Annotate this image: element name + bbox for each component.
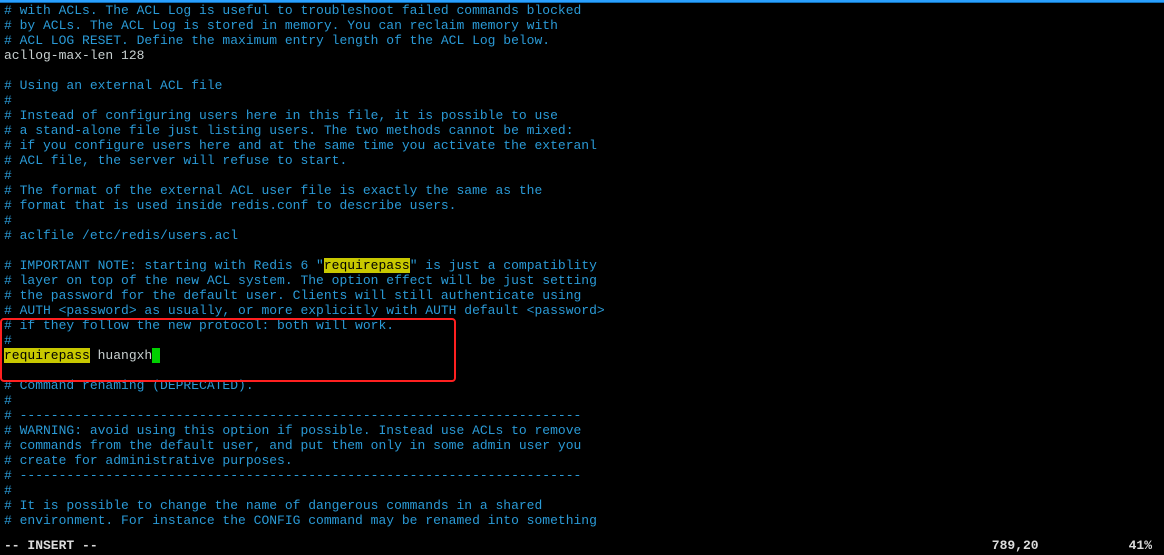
config-comment-line: # environment. For instance the CONFIG c… [4,513,1164,528]
config-directive-line: acllog-max-len 128 [4,48,1164,63]
terminal-editor-viewport[interactable]: # with ACLs. The ACL Log is useful to tr… [0,3,1164,528]
config-comment-line: # with ACLs. The ACL Log is useful to tr… [4,3,1164,18]
config-comment-line: # aclfile /etc/redis/users.acl [4,228,1164,243]
config-comment-line: # create for administrative purposes. [4,453,1164,468]
config-comment-line: # [4,393,1164,408]
config-comment-line: # format that is used inside redis.conf … [4,198,1164,213]
config-comment-line: # IMPORTANT NOTE: starting with Redis 6 … [4,258,1164,273]
config-comment-line: # [4,93,1164,108]
blank-line [4,63,1164,78]
vim-cursor-position: 789,20 [992,538,1129,553]
config-comment-line: # commands from the default user, and pu… [4,438,1164,453]
config-comment-line: # [4,213,1164,228]
search-highlight: requirepass [324,258,410,273]
config-comment-line: # Instead of configuring users here in t… [4,108,1164,123]
config-comment-line: # [4,168,1164,183]
vim-status-bar: -- INSERT -- 789,20 41% [4,538,1160,553]
config-comment-line: # by ACLs. The ACL Log is stored in memo… [4,18,1164,33]
blank-line [4,243,1164,258]
annotation-highlight-box [0,318,456,382]
config-comment-line: # --------------------------------------… [4,408,1164,423]
config-comment-line: # the password for the default user. Cli… [4,288,1164,303]
config-comment-line: # layer on top of the new ACL system. Th… [4,273,1164,288]
config-comment-line: # --------------------------------------… [4,468,1164,483]
config-comment-line: # Using an external ACL file [4,78,1164,93]
config-comment-line: # The format of the external ACL user fi… [4,183,1164,198]
vim-mode-indicator: -- INSERT -- [4,538,98,553]
config-comment-line: # WARNING: avoid using this option if po… [4,423,1164,438]
config-comment-line: # if you configure users here and at the… [4,138,1164,153]
config-comment-line: # ACL LOG RESET. Define the maximum entr… [4,33,1164,48]
config-comment-line: # It is possible to change the name of d… [4,498,1164,513]
vim-scroll-percent: 41% [1129,538,1160,553]
config-comment-line: # a stand-alone file just listing users.… [4,123,1164,138]
config-comment-line: # [4,483,1164,498]
config-comment-line: # ACL file, the server will refuse to st… [4,153,1164,168]
config-comment-line: # AUTH <password> as usually, or more ex… [4,303,1164,318]
